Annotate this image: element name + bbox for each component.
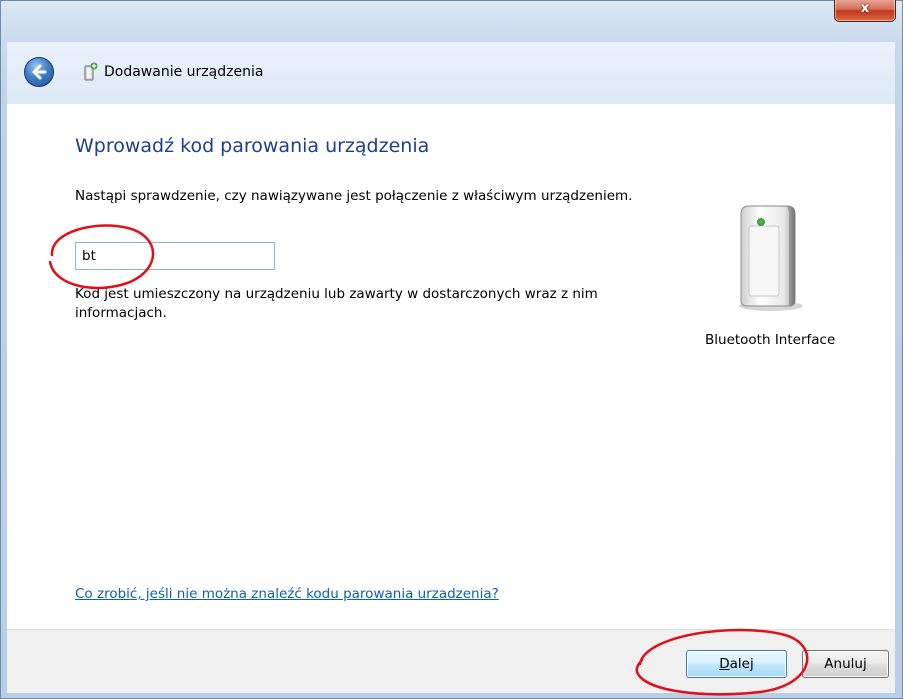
back-arrow-icon [32, 64, 47, 80]
page-title: Wprowadź kod parowania urządzenia [75, 135, 430, 157]
next-mnemonic: D [719, 656, 730, 672]
cancel-button[interactable]: Anuluj [802, 650, 889, 678]
help-link[interactable]: Co zrobić, jeśli nie można znaleźć kodu … [75, 586, 499, 602]
close-icon: x [860, 1, 870, 16]
back-button[interactable] [24, 57, 54, 87]
content-area [7, 104, 895, 629]
next-label: alej [729, 656, 754, 672]
device-name-label: Bluetooth Interface [705, 332, 836, 348]
title-bar[interactable] [1, 1, 902, 43]
description-text: Nastąpi sprawdzenie, czy nawiązywane jes… [75, 188, 633, 204]
hint-text: Kod jest umieszczony na urządzeniu lub z… [75, 286, 598, 321]
pairing-code-input[interactable] [75, 242, 275, 270]
bluetooth-device-icon [739, 205, 803, 311]
next-button[interactable]: Dalej [686, 650, 787, 678]
add-device-icon [84, 62, 98, 81]
wizard-title: Dodawanie urządzenia [104, 64, 264, 80]
close-button[interactable]: x [834, 0, 896, 22]
